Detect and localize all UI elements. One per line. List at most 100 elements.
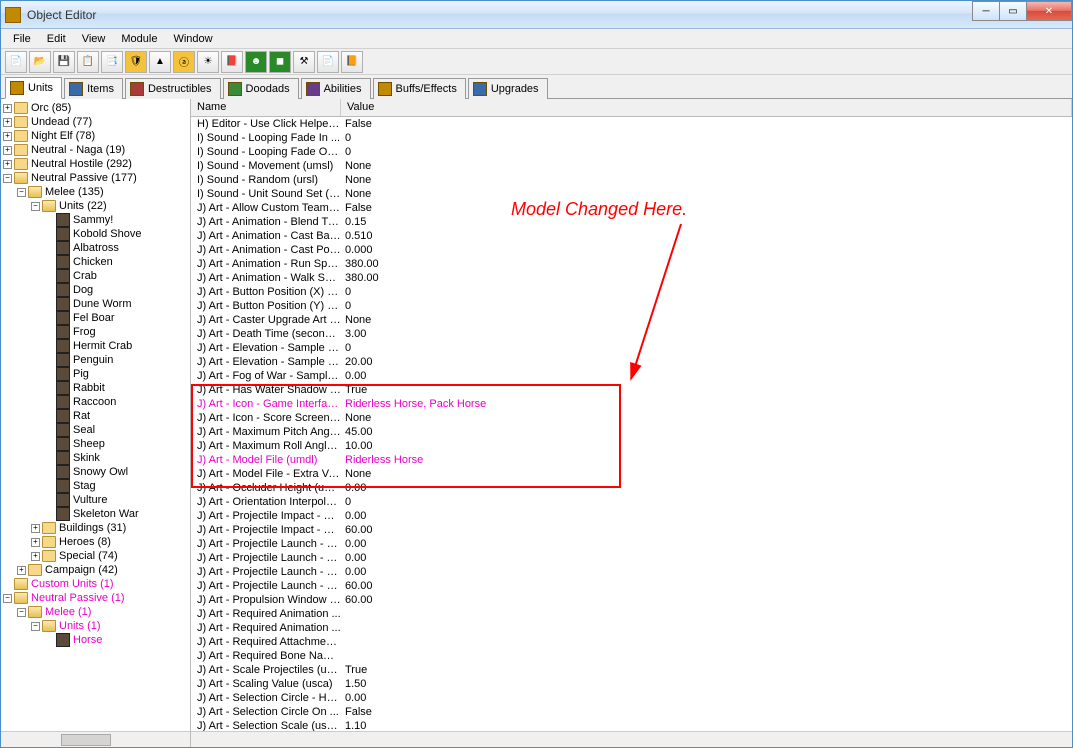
expand-icon[interactable]: + [3,132,12,141]
menu-view[interactable]: View [74,31,114,47]
tool-save-icon[interactable]: 💾 [53,51,75,73]
expand-icon[interactable]: + [31,524,40,533]
props-horizontal-scrollbar[interactable] [191,731,1072,747]
collapse-icon[interactable]: − [17,608,26,617]
tree-row[interactable]: +Buildings (31) [3,521,190,535]
tool-face-icon[interactable]: ☻ [245,51,267,73]
tree-row[interactable]: +Neutral Hostile (292) [3,157,190,171]
menu-edit[interactable]: Edit [39,31,74,47]
property-row[interactable]: J) Art - Required Animation ... [191,607,1072,621]
tree-row[interactable]: Horse [3,633,190,647]
property-row[interactable]: I) Sound - Looping Fade In ...0 [191,131,1072,145]
tool-square-icon[interactable]: ◼ [269,51,291,73]
tree-row[interactable]: Fel Boar [3,311,190,325]
property-row[interactable]: I) Sound - Random (ursl)None [191,173,1072,187]
property-row[interactable]: J) Art - Maximum Pitch Angle...45.00 [191,425,1072,439]
property-row[interactable]: J) Art - Selection Circle On ...False [191,705,1072,719]
tree-row[interactable]: Penguin [3,353,190,367]
expand-icon[interactable]: + [3,118,12,127]
tree-row[interactable]: −Neutral Passive (177) [3,171,190,185]
tool-triangle-icon[interactable]: ▲ [149,51,171,73]
property-row[interactable]: J) Art - Propulsion Window (...60.00 [191,593,1072,607]
property-row[interactable]: J) Art - Projectile Launch - Z ...0.00 [191,565,1072,579]
property-row[interactable]: H) Editor - Use Click Helper (...False [191,117,1072,131]
tree-row[interactable]: Vulture [3,493,190,507]
tree-row[interactable]: Seal [3,423,190,437]
tree-row[interactable]: Custom Units (1) [3,577,190,591]
property-row[interactable]: J) Art - Death Time (seconds...3.00 [191,327,1072,341]
tab-doodads[interactable]: Doodads [223,78,299,99]
collapse-icon[interactable]: − [31,202,40,211]
property-row[interactable]: J) Art - Fog of War - Sample ...0.00 [191,369,1072,383]
tree-row[interactable]: Rat [3,409,190,423]
property-row[interactable]: I) Sound - Movement (umsl)None [191,159,1072,173]
expand-icon[interactable]: + [3,160,12,169]
property-row[interactable]: J) Art - Orientation Interpolati...0 [191,495,1072,509]
tree-row[interactable]: −Units (22) [3,199,190,213]
col-value[interactable]: Value [341,99,1072,116]
property-row[interactable]: J) Art - Allow Custom Team ...False [191,201,1072,215]
collapse-icon[interactable]: − [3,594,12,603]
tree-row[interactable]: Skink [3,451,190,465]
tool-page-icon[interactable]: 📄 [317,51,339,73]
tab-abilities[interactable]: Abilities [301,78,371,99]
tree-row[interactable]: Hermit Crab [3,339,190,353]
property-row[interactable]: J) Art - Required Attachment... [191,635,1072,649]
tool-paste-icon[interactable]: 📑 [101,51,123,73]
property-row[interactable]: J) Art - Model File (umdl)Riderless Hors… [191,453,1072,467]
menu-file[interactable]: File [5,31,39,47]
tree-row[interactable]: +Undead (77) [3,115,190,129]
property-row[interactable]: J) Art - Icon - Score Screen (...None [191,411,1072,425]
tool-shield-icon[interactable]: 🛡 [125,51,147,73]
tree-row[interactable]: +Orc (85) [3,101,190,115]
tree-row[interactable]: Sheep [3,437,190,451]
property-row[interactable]: J) Art - Elevation - Sample P...0 [191,341,1072,355]
tree-row[interactable]: −Neutral Passive (1) [3,591,190,605]
expand-icon[interactable]: + [31,538,40,547]
property-row[interactable]: J) Art - Occluder Height (uocc)0.00 [191,481,1072,495]
property-row[interactable]: J) Art - Icon - Game Interfac...Riderles… [191,397,1072,411]
tree-row[interactable]: +Neutral - Naga (19) [3,143,190,157]
property-row[interactable]: J) Art - Animation - Walk Spe...380.00 [191,271,1072,285]
tree-row[interactable]: Frog [3,325,190,339]
tool-open-icon[interactable]: 📂 [29,51,51,73]
tree-row[interactable]: Albatross [3,241,190,255]
tree-row[interactable]: Sammy! [3,213,190,227]
property-row[interactable]: J) Art - Projectile Launch - Z ...60.00 [191,579,1072,593]
expand-icon[interactable]: + [17,566,26,575]
property-row[interactable]: J) Art - Caster Upgrade Art (u...None [191,313,1072,327]
tool-book2-icon[interactable]: 📙 [341,51,363,73]
close-button[interactable]: ✕ [1026,1,1072,21]
menu-module[interactable]: Module [113,31,165,47]
tree-row[interactable]: Rabbit [3,381,190,395]
tree-row[interactable]: Dune Worm [3,297,190,311]
tree-row[interactable]: Kobold Shove [3,227,190,241]
tree-row[interactable]: −Units (1) [3,619,190,633]
property-row[interactable]: J) Art - Elevation - Sample R...20.00 [191,355,1072,369]
tree-horizontal-scrollbar[interactable] [1,731,190,747]
tab-units[interactable]: Units [5,77,62,99]
minimize-button[interactable]: ─ [972,1,1000,21]
tool-new-icon[interactable]: 📄 [5,51,27,73]
property-row[interactable]: J) Art - Maximum Roll Angle (...10.00 [191,439,1072,453]
tree-row[interactable]: Dog [3,283,190,297]
property-row[interactable]: I) Sound - Looping Fade Out...0 [191,145,1072,159]
property-row[interactable]: J) Art - Model File - Extra Ver...None [191,467,1072,481]
tool-copy-icon[interactable]: 📋 [77,51,99,73]
property-row[interactable]: J) Art - Animation - Cast Poin...0.000 [191,243,1072,257]
property-row[interactable]: J) Art - Selection Circle - Hei...0.00 [191,691,1072,705]
property-pane[interactable]: Name Value H) Editor - Use Click Helper … [191,99,1072,747]
collapse-icon[interactable]: − [17,188,26,197]
property-row[interactable]: J) Art - Animation - Run Spe...380.00 [191,257,1072,271]
expand-icon[interactable]: + [31,552,40,561]
property-row[interactable]: J) Art - Required Bone Name... [191,649,1072,663]
tree-row[interactable]: Stag [3,479,190,493]
menu-window[interactable]: Window [165,31,220,47]
property-row[interactable]: J) Art - Button Position (Y) (u...0 [191,299,1072,313]
tool-hammer-icon[interactable]: ⚒ [293,51,315,73]
tool-book-icon[interactable]: 📕 [221,51,243,73]
expand-icon[interactable]: + [3,104,12,113]
tab-destructibles[interactable]: Destructibles [125,78,221,99]
tree-row[interactable]: −Melee (135) [3,185,190,199]
property-row[interactable]: J) Art - Projectile Impact - Z (...0.00 [191,509,1072,523]
